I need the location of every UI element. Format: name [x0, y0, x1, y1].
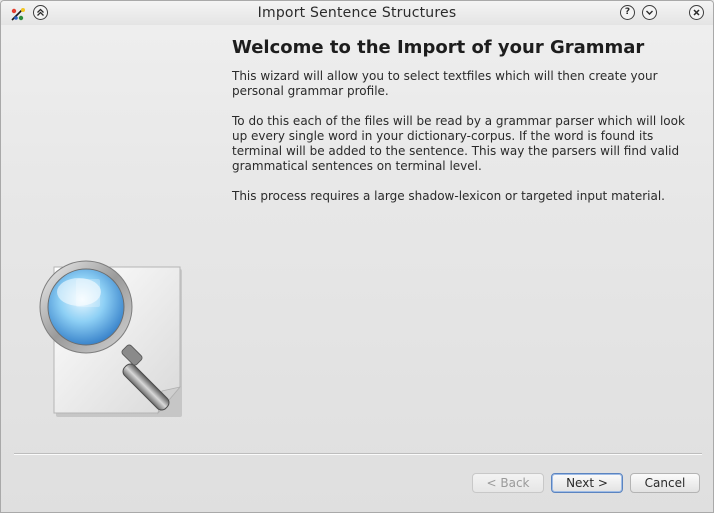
wizard-window: Import Sentence Structures ? Welcome to …: [0, 0, 714, 513]
description-paragraph: To do this each of the files will be rea…: [232, 114, 685, 173]
magnifier-document-icon: [39, 260, 182, 417]
window-title: Import Sentence Structures: [257, 5, 457, 21]
intro-paragraph: This wizard will allow you to select tex…: [232, 69, 658, 98]
button-separator: [14, 453, 702, 455]
page-title: Welcome to the Import of your Grammar: [232, 37, 645, 58]
next-button[interactable]: Next >: [551, 473, 623, 493]
minimize-icon[interactable]: [642, 5, 657, 20]
help-icon[interactable]: ?: [620, 5, 635, 20]
back-button[interactable]: < Back: [472, 473, 544, 493]
cancel-button[interactable]: Cancel: [630, 473, 700, 493]
title-bar[interactable]: Import Sentence Structures ?: [1, 1, 713, 25]
requirement-paragraph: This process requires a large shadow-lex…: [232, 189, 665, 203]
close-icon[interactable]: [689, 5, 704, 20]
